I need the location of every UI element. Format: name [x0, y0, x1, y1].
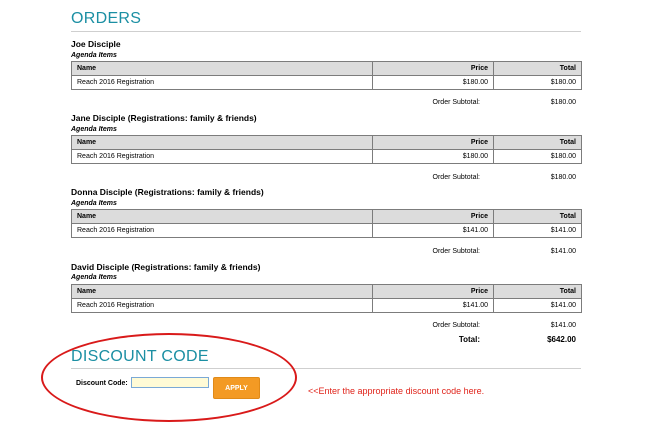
item-price-cell: $180.00	[372, 149, 494, 164]
column-header-total: Total	[493, 209, 582, 224]
order-items-table: Name Price Total Reach 2016 Registration…	[71, 135, 582, 164]
column-header-price: Price	[372, 209, 494, 224]
item-name-cell: Reach 2016 Registration	[71, 149, 373, 164]
order-person-name: Joe Disciple	[71, 39, 121, 49]
agenda-items-label: Agenda Items	[71, 52, 117, 59]
table-row: Reach 2016 Registration $141.00 $141.00	[71, 298, 582, 313]
order-items-table: Name Price Total Reach 2016 Registration…	[71, 284, 582, 313]
column-header-price: Price	[372, 284, 494, 299]
order-subtotal-value: $180.00	[550, 99, 576, 106]
agenda-items-label: Agenda Items	[71, 200, 117, 207]
orders-title: ORDERS	[71, 10, 142, 27]
column-header-name: Name	[71, 135, 373, 150]
order-person-name: David Disciple (Registrations: family & …	[71, 262, 261, 272]
order-subtotal-label: Order Subtotal:	[432, 174, 480, 181]
column-header-name: Name	[71, 284, 373, 299]
column-header-name: Name	[71, 209, 373, 224]
table-header-row: Name Price Total	[71, 284, 582, 299]
agenda-items-label: Agenda Items	[71, 274, 117, 281]
table-header-row: Name Price Total	[71, 135, 582, 150]
order-subtotal-value: $141.00	[550, 322, 576, 329]
item-total-cell: $180.00	[493, 75, 582, 90]
column-header-total: Total	[493, 61, 582, 76]
order-person-name: Donna Disciple (Registrations: family & …	[71, 187, 264, 197]
table-header-row: Name Price Total	[71, 61, 582, 76]
item-price-cell: $180.00	[372, 75, 494, 90]
item-name-cell: Reach 2016 Registration	[71, 75, 373, 90]
item-total-cell: $141.00	[493, 298, 582, 313]
item-name-cell: Reach 2016 Registration	[71, 223, 373, 238]
column-header-total: Total	[493, 135, 582, 150]
column-header-total: Total	[493, 284, 582, 299]
order-items-table: Name Price Total Reach 2016 Registration…	[71, 209, 582, 238]
grand-total-value: $642.00	[547, 335, 576, 344]
order-subtotal-label: Order Subtotal:	[432, 322, 480, 329]
agenda-items-label: Agenda Items	[71, 126, 117, 133]
column-header-price: Price	[372, 61, 494, 76]
order-subtotal-value: $180.00	[550, 174, 576, 181]
order-items-table: Name Price Total Reach 2016 Registration…	[71, 61, 582, 90]
item-price-cell: $141.00	[372, 298, 494, 313]
column-header-price: Price	[372, 135, 494, 150]
item-total-cell: $141.00	[493, 223, 582, 238]
item-price-cell: $141.00	[372, 223, 494, 238]
order-subtotal-label: Order Subtotal:	[432, 99, 480, 106]
table-row: Reach 2016 Registration $180.00 $180.00	[71, 75, 582, 90]
discount-hint-annotation: <<Enter the appropriate discount code he…	[308, 386, 485, 396]
column-header-name: Name	[71, 61, 373, 76]
order-subtotal-label: Order Subtotal:	[432, 248, 480, 255]
highlight-ellipse-annotation	[41, 333, 297, 422]
table-row: Reach 2016 Registration $141.00 $141.00	[71, 223, 582, 238]
orders-divider	[71, 31, 581, 32]
table-row: Reach 2016 Registration $180.00 $180.00	[71, 149, 582, 164]
order-subtotal-value: $141.00	[550, 248, 576, 255]
grand-total-label: Total:	[458, 335, 480, 344]
order-person-name: Jane Disciple (Registrations: family & f…	[71, 113, 257, 123]
item-total-cell: $180.00	[493, 149, 582, 164]
item-name-cell: Reach 2016 Registration	[71, 298, 373, 313]
table-header-row: Name Price Total	[71, 209, 582, 224]
